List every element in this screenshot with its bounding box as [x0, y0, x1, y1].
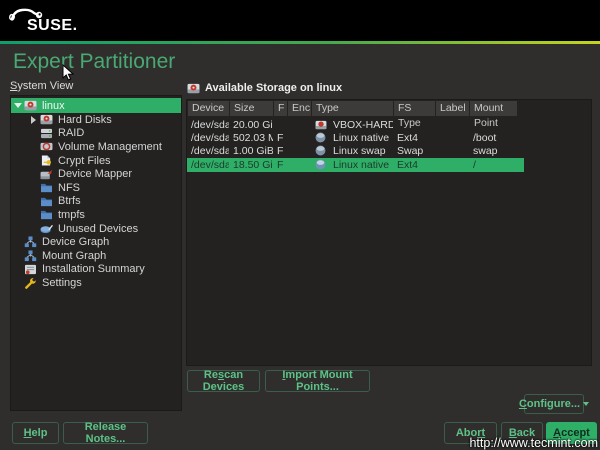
tree-item-nfs[interactable]: NFS: [11, 181, 181, 195]
tree-item-btrfs[interactable]: Btrfs: [11, 195, 181, 209]
col-header-fs-type[interactable]: FS Type: [394, 101, 436, 116]
tree-item-hard-disks[interactable]: Hard Disks: [11, 113, 181, 127]
unused-icon: [40, 223, 55, 234]
brand-gradient-divider: [0, 41, 600, 44]
tree-item-device-graph[interactable]: Device Graph: [11, 235, 181, 249]
tree-item-tmpfs[interactable]: tmpfs: [11, 208, 181, 222]
tree-item-settings[interactable]: Settings: [11, 276, 181, 290]
configure-button[interactable]: Configure...: [524, 394, 584, 414]
disk-icon: [40, 114, 55, 125]
raid-icon: [40, 128, 55, 139]
table-header-row: Device Size F Enc Type FS Type Label Mou…: [188, 101, 518, 116]
col-header-device[interactable]: Device: [188, 101, 230, 116]
col-header-enc[interactable]: Enc: [288, 101, 312, 116]
col-header-type[interactable]: Type: [312, 101, 394, 116]
mapper-icon: [40, 169, 55, 180]
wrench-icon: [24, 277, 39, 289]
expert-partitioner-window: SUSE. Expert Partitioner System View lin…: [0, 0, 600, 450]
tree-item-mount-graph[interactable]: Mount Graph: [11, 249, 181, 263]
collapse-arrow-icon[interactable]: [11, 103, 24, 108]
partition-icon: [315, 159, 330, 170]
tree-item-unused-devices[interactable]: Unused Devices: [11, 222, 181, 236]
graph-icon: [24, 250, 39, 262]
col-header-mount-point[interactable]: Mount Point: [470, 101, 518, 116]
tree-item-raid[interactable]: RAID: [11, 127, 181, 141]
folder-icon: [40, 196, 55, 207]
help-button[interactable]: Help: [12, 422, 59, 444]
storage-caption: Available Storage on linux: [187, 82, 342, 94]
disk-icon: [315, 120, 330, 130]
graph-icon: [24, 236, 39, 248]
tree-item-crypt-files[interactable]: Crypt Files: [11, 154, 181, 168]
col-header-f[interactable]: F: [274, 101, 288, 116]
partition-icon: [315, 145, 330, 156]
table-row-sda3-selected[interactable]: /dev/sda3 18.50 GiB F Linux native Ext4 …: [187, 158, 524, 172]
table-row-sda1[interactable]: /dev/sda1 502.03 MiB F Linux native Ext4…: [187, 131, 524, 144]
suse-logo: SUSE.: [27, 17, 78, 35]
tecmint-watermark: http://www.tecmint.com: [469, 436, 598, 450]
storage-table: Device Size F Enc Type FS Type Label Mou…: [186, 99, 592, 366]
chevron-down-icon: [583, 402, 589, 406]
tree-item-device-mapper[interactable]: Device Mapper: [11, 167, 181, 181]
folder-icon: [40, 182, 55, 193]
release-notes-button[interactable]: Release Notes...: [63, 422, 148, 444]
tree-item-linux[interactable]: linux: [11, 98, 181, 113]
tree-item-volume-management[interactable]: Volume Management: [11, 140, 181, 154]
partition-icon: [315, 132, 330, 143]
import-mount-points-button[interactable]: Import Mount Points...: [265, 370, 370, 392]
top-bar: SUSE.: [0, 0, 600, 41]
page-title: Expert Partitioner: [13, 50, 175, 74]
folder-icon: [40, 209, 55, 220]
system-view-tree: linux Hard Disks RAID Volume Management …: [10, 95, 182, 411]
mouse-cursor-icon: [62, 64, 74, 82]
summary-icon: [24, 264, 39, 275]
col-header-size[interactable]: Size: [230, 101, 274, 116]
crypt-key-icon: [40, 155, 55, 166]
rescan-devices-button[interactable]: Rescan Devices: [187, 370, 260, 392]
table-row-sda2[interactable]: /dev/sda2 1.00 GiB F Linux swap Swap swa…: [187, 144, 524, 157]
disk-icon: [187, 83, 202, 94]
expand-arrow-icon[interactable]: [27, 116, 40, 124]
volume-icon: [40, 141, 55, 152]
col-header-label[interactable]: Label: [436, 101, 470, 116]
disk-icon: [24, 100, 39, 111]
tree-item-installation-summary[interactable]: Installation Summary: [11, 263, 181, 277]
